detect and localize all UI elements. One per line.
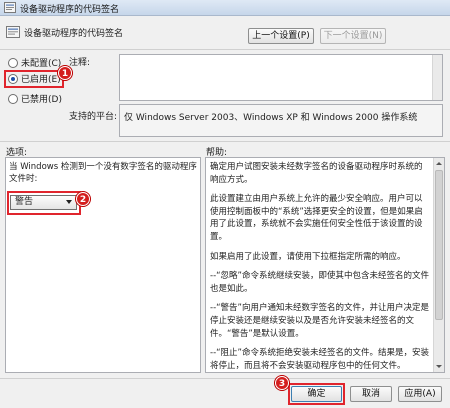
step-badge-1: 1 (58, 66, 72, 80)
step-badge-3: 3 (275, 376, 289, 390)
step-badge-2: 2 (76, 192, 90, 206)
comment-scrollbar[interactable] (432, 55, 442, 100)
radio-button[interactable] (8, 57, 18, 68)
header-divider (0, 49, 450, 50)
radio-button[interactable] (8, 73, 18, 84)
radio-enabled[interactable]: 已启用(E) (8, 72, 61, 86)
ok-button[interactable]: 确定 (291, 386, 342, 402)
platform-value: 仅 Windows Server 2003、Windows XP 和 Windo… (124, 113, 418, 123)
help-paragraph: --“警告”向用户通知未经数字签名的文件，并让用户决定是停止安装还是继续安装以及… (210, 303, 429, 339)
policy-icon (6, 26, 20, 38)
response-dropdown[interactable]: 警告 (10, 195, 77, 210)
comment-label: 注释: (69, 58, 91, 68)
comment-textarea[interactable] (119, 54, 443, 101)
radio-button[interactable] (8, 93, 18, 104)
scroll-up-icon[interactable] (434, 159, 444, 169)
scroll-down-icon[interactable] (434, 361, 444, 371)
help-paragraph: 此设置建立由用户系统上允许的最少安全响应。用户可以使用控制面板中的“系统”选择更… (210, 194, 423, 242)
help-text: 确定用户试图安装未经数字签名的设备驱动程序时系统的响应方式。 此设置建立由用户系… (210, 161, 430, 372)
options-prompt: 当 Windows 检测到一个没有数字签名的驱动程序文件时: (9, 162, 197, 184)
title-bar: 设备驱动程序的代码签名 (0, 0, 450, 16)
dropdown-arrow-icon (66, 200, 72, 204)
apply-button[interactable]: 应用(A) (398, 386, 442, 402)
radio-disabled[interactable]: 已禁用(D) (8, 92, 62, 106)
dropdown-value: 警告 (15, 197, 34, 207)
policy-icon (4, 2, 16, 13)
help-panel: 确定用户试图安装未经数字签名的设备驱动程序时系统的响应方式。 此设置建立由用户系… (205, 157, 445, 373)
help-paragraph: 确定用户试图安装未经数字签名的设备驱动程序时系统的响应方式。 (210, 162, 423, 185)
help-paragraph: 如果启用了此设置，请使用下拉框指定所需的响应。 (210, 251, 406, 262)
radio-not-configured[interactable]: 未配置(C) (8, 56, 61, 70)
platform-box: 仅 Windows Server 2003、Windows XP 和 Windo… (119, 104, 443, 137)
previous-setting-button[interactable]: 上一个设置(P) (248, 28, 314, 44)
next-setting-button[interactable]: 下一个设置(N) (320, 28, 386, 44)
footer-divider (0, 378, 450, 379)
options-panel: 当 Windows 检测到一个没有数字签名的驱动程序文件时: 警告 (5, 157, 201, 373)
platform-label: 支持的平台: (69, 112, 118, 122)
help-scrollbar[interactable] (433, 158, 444, 372)
mid-divider (0, 141, 450, 142)
help-paragraph: --“忽略”命令系统继续安装，即使其中包含未经签名的文件也是如此。 (210, 271, 429, 294)
window-title: 设备驱动程序的代码签名 (20, 5, 120, 15)
scroll-thumb[interactable] (435, 170, 443, 320)
help-paragraph: --“阻止”命令系统拒绝安装未经签名的文件。结果是，安装将停止，而且将不会安装驱… (210, 348, 429, 371)
cancel-button[interactable]: 取消 (350, 386, 392, 402)
setting-title: 设备驱动程序的代码签名 (24, 29, 124, 39)
